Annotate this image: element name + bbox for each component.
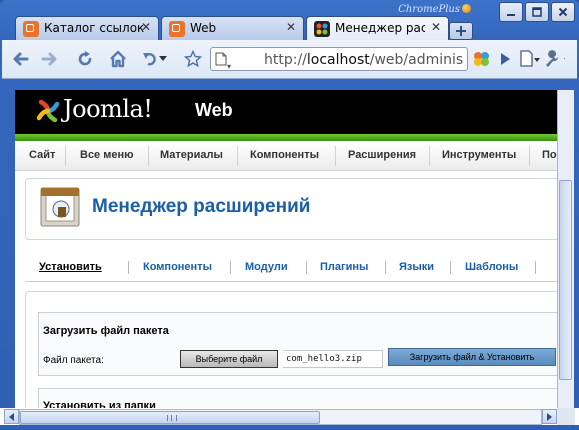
subnav-plugins[interactable]: Плагины [320,261,368,273]
subnav-divider [385,261,386,274]
page-icon [215,52,227,66]
tab-label: Каталог ссылок [44,21,145,35]
wrench-menu-button[interactable] [543,48,565,70]
joomla-logo-text: Joomla! [63,95,153,123]
back-button[interactable] [10,48,32,70]
page-title: Менеджер расширений [92,196,311,217]
browser-toolbar: ▾ http://localhost/web/adminis [2,40,577,79]
home-button[interactable] [107,48,129,70]
tab-label: Web [190,21,217,35]
scroll-left-button[interactable] [4,409,19,424]
menu-item-components[interactable]: Компоненты [250,149,319,161]
subnav-components[interactable]: Компоненты [143,261,212,273]
selected-file-name: com_hello3.zip [283,350,383,368]
subnav-divider [128,261,129,274]
window-controls [499,2,575,22]
address-bar[interactable]: ▾ http://localhost/web/adminis [210,47,468,71]
page-menu-button[interactable] [519,48,541,70]
menu-item-all-menus[interactable]: Все меню [80,149,134,161]
scrollbar-corner [557,408,575,425]
joomla-header: Joomla! Web [15,90,557,134]
upload-heading: Загрузить файл пакета [43,325,169,337]
joomla-black-icon [314,21,330,37]
close-window-button[interactable] [551,2,575,22]
subnav-divider [306,261,307,274]
upload-install-button[interactable]: Загрузить файл & Установить [388,348,556,366]
new-tab-button[interactable] [449,22,473,40]
extension-icon[interactable] [469,48,495,70]
close-tab-icon[interactable]: ✕ [141,20,151,34]
extension-subnav: Установить Компоненты Модули Плагины Язы… [25,253,557,282]
tab-catalog[interactable]: Каталог ссылок ✕ [15,16,159,40]
chevron-down-icon[interactable] [157,48,169,70]
choose-file-button[interactable]: Выберите файл [180,350,278,368]
install-from-folder-fieldset: Установить из папки [38,388,557,408]
vertical-scrollbar[interactable] [557,90,574,408]
tab-label: Менеджер рас [335,21,425,35]
horizontal-scroll-thumb[interactable] [20,411,320,424]
upload-package-fieldset: Загрузить файл пакета Файл пакета: Выбер… [38,312,557,376]
joomla-icon [169,21,185,37]
subnav-divider [230,261,231,274]
menu-divider [529,146,530,166]
page-viewport: Joomla! Web Сайт Все меню Материалы Комп… [15,90,557,408]
menu-divider [65,146,66,166]
subnav-languages[interactable]: Языки [399,261,434,273]
menu-item-help[interactable]: По [542,149,557,161]
admin-menu: Сайт Все меню Материалы Компоненты Расши… [15,141,557,171]
header-accent-bar [15,134,557,141]
forward-button[interactable] [38,48,60,70]
joomla-logo-icon [36,99,60,123]
subnav-templates[interactable]: Шаблоны [465,261,518,273]
joomla-icon [23,21,39,37]
chevron-down-icon: ▾ [227,62,232,71]
menu-divider [237,146,238,166]
tab-extension-manager[interactable]: Менеджер рас ✕ [306,16,449,41]
vertical-scroll-thumb[interactable] [559,180,572,380]
subnav-divider [450,261,451,274]
package-file-label: Файл пакета: [43,355,104,366]
menu-item-content[interactable]: Материалы [160,149,223,161]
minimize-button[interactable] [499,2,523,22]
site-name: Web [195,100,233,120]
menu-divider [429,146,430,166]
maximize-button[interactable] [525,2,549,22]
close-tab-icon[interactable]: ✕ [286,20,296,34]
menu-item-extensions[interactable]: Расширения [348,149,416,161]
extension-manager-icon [40,187,80,227]
install-panel: Загрузить файл пакета Файл пакета: Выбер… [25,291,557,408]
menu-divider [335,146,336,166]
bookmark-star-button[interactable] [182,48,204,70]
reload-button[interactable] [74,48,96,70]
page-title-box: Менеджер расширений [25,178,557,240]
browser-window: ChromePlus Каталог ссылок ✕ Web ✕ Менедж… [0,0,579,430]
horizontal-scrollbar[interactable] [19,409,542,425]
tab-web[interactable]: Web ✕ [161,16,304,40]
browser-brand: ChromePlus [398,4,471,15]
menu-divider [148,146,149,166]
brand-logo-icon [462,4,471,13]
subnav-install[interactable]: Установить [39,261,102,273]
grip-icon [167,415,177,421]
folder-heading: Установить из папки [43,400,156,408]
scroll-right-button[interactable] [542,409,557,424]
horizontal-scrollbar-area [0,408,579,425]
go-button[interactable] [494,48,516,70]
close-tab-icon[interactable]: ✕ [431,20,441,34]
subnav-modules[interactable]: Модули [245,261,288,273]
menu-item-site[interactable]: Сайт [29,149,55,161]
subnav-divider [535,261,536,274]
url-text: http://localhost/web/adminis [264,52,464,68]
menu-item-tools[interactable]: Инструменты [442,149,516,161]
